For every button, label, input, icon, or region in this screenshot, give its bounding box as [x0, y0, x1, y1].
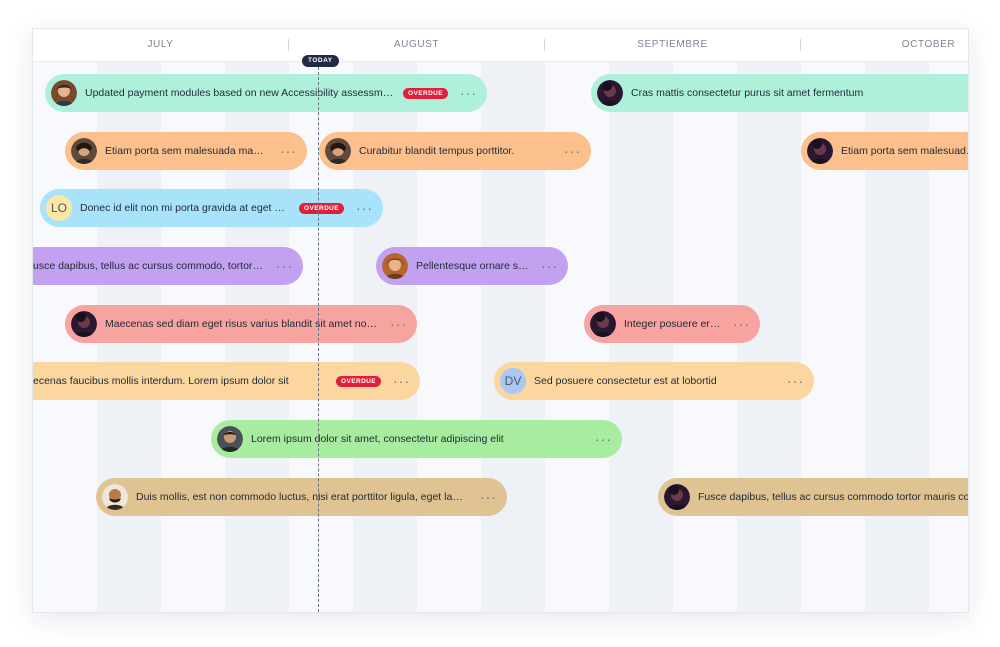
task-bar[interactable]: Integer posuere erat... ···: [584, 305, 760, 343]
overdue-badge: OVERDUE: [336, 375, 381, 387]
task-bar[interactable]: LO Donec id elit non mi porta gravida at…: [40, 189, 383, 227]
task-label: Cras mattis consectetur purus sit amet f…: [631, 87, 864, 99]
task-label: Curabitur blandit tempus porttitor.: [359, 145, 515, 157]
user-avatar: [51, 80, 77, 106]
task-bar[interactable]: Maecenas sed diam eget risus varius blan…: [65, 305, 417, 343]
today-badge: TODAY: [302, 55, 339, 67]
user-avatar: [71, 138, 97, 164]
more-options-icon[interactable]: ···: [541, 259, 558, 273]
user-avatar: [590, 311, 616, 337]
timeline-frame: JULY AUGUST SEPTIEMBRE OCTOBER TODAY Upd…: [32, 28, 969, 613]
more-options-icon[interactable]: ···: [480, 490, 497, 504]
task-label: Updated payment modules based on new Acc…: [85, 87, 396, 99]
more-options-icon[interactable]: ···: [787, 374, 804, 388]
task-bar[interactable]: Curabitur blandit tempus porttitor. ···: [319, 132, 591, 170]
task-bar[interactable]: usce dapibus, tellus ac cursus commodo, …: [33, 247, 303, 285]
user-initials-avatar: LO: [46, 195, 72, 221]
month-header: JULY AUGUST SEPTIEMBRE OCTOBER: [33, 29, 968, 62]
task-bar[interactable]: Pellentesque ornare sem... ···: [376, 247, 568, 285]
user-avatar: [382, 253, 408, 279]
task-label: Sed posuere consectetur est at lobortid: [534, 375, 717, 387]
today-line: [318, 62, 319, 612]
task-bar[interactable]: Etiam porta sem malesuada m: [801, 132, 969, 170]
task-bar[interactable]: DV Sed posuere consectetur est at lobort…: [494, 362, 814, 400]
user-avatar: [325, 138, 351, 164]
task-label: Lorem ipsum dolor sit amet, consectetur …: [251, 433, 504, 445]
more-options-icon[interactable]: ···: [276, 259, 293, 273]
month-label-july: JULY: [147, 39, 174, 50]
task-label: usce dapibus, tellus ac cursus commodo, …: [33, 260, 264, 272]
task-label: Etiam porta sem malesuada m: [841, 145, 969, 157]
overdue-badge: OVERDUE: [403, 87, 448, 99]
task-bar[interactable]: Lorem ipsum dolor sit amet, consectetur …: [211, 420, 622, 458]
task-label: Donec id elit non mi porta gravida at eg…: [80, 202, 292, 214]
task-bar[interactable]: Fusce dapibus, tellus ac cursus commodo …: [658, 478, 969, 516]
overdue-badge: OVERDUE: [299, 202, 344, 214]
more-options-icon[interactable]: ···: [280, 144, 297, 158]
user-avatar: [664, 484, 690, 510]
more-options-icon[interactable]: ···: [460, 86, 477, 100]
task-bar[interactable]: Updated payment modules based on new Acc…: [45, 74, 487, 112]
more-options-icon[interactable]: ···: [356, 201, 373, 215]
more-options-icon[interactable]: ···: [393, 374, 410, 388]
more-options-icon[interactable]: ···: [733, 317, 750, 331]
task-bar[interactable]: Cras mattis consectetur purus sit amet f…: [591, 74, 968, 112]
user-avatar: [807, 138, 833, 164]
more-options-icon[interactable]: ···: [595, 432, 612, 446]
more-options-icon[interactable]: ···: [390, 317, 407, 331]
task-label: Pellentesque ornare sem...: [416, 260, 529, 272]
task-bar[interactable]: Duis mollis, est non commodo luctus, nis…: [96, 478, 507, 516]
user-avatar: [71, 311, 97, 337]
month-label-september: SEPTIEMBRE: [637, 39, 708, 50]
task-label: Integer posuere erat...: [624, 318, 721, 330]
user-avatar: [597, 80, 623, 106]
user-avatar: [102, 484, 128, 510]
user-initials-avatar: DV: [500, 368, 526, 394]
task-bar[interactable]: ecenas faucibus mollis interdum. Lorem i…: [33, 362, 420, 400]
task-label: Etiam porta sem malesuada magna...: [105, 145, 268, 157]
task-bar[interactable]: Etiam porta sem malesuada magna... ···: [65, 132, 307, 170]
task-label: Duis mollis, est non commodo luctus, nis…: [136, 491, 468, 503]
task-label: Fusce dapibus, tellus ac cursus commodo …: [698, 491, 969, 503]
task-label: ecenas faucibus mollis interdum. Lorem i…: [33, 375, 289, 387]
user-avatar: [217, 426, 243, 452]
month-label-october: OCTOBER: [901, 39, 956, 50]
task-label: Maecenas sed diam eget risus varius blan…: [105, 318, 378, 330]
more-options-icon[interactable]: ···: [564, 144, 581, 158]
